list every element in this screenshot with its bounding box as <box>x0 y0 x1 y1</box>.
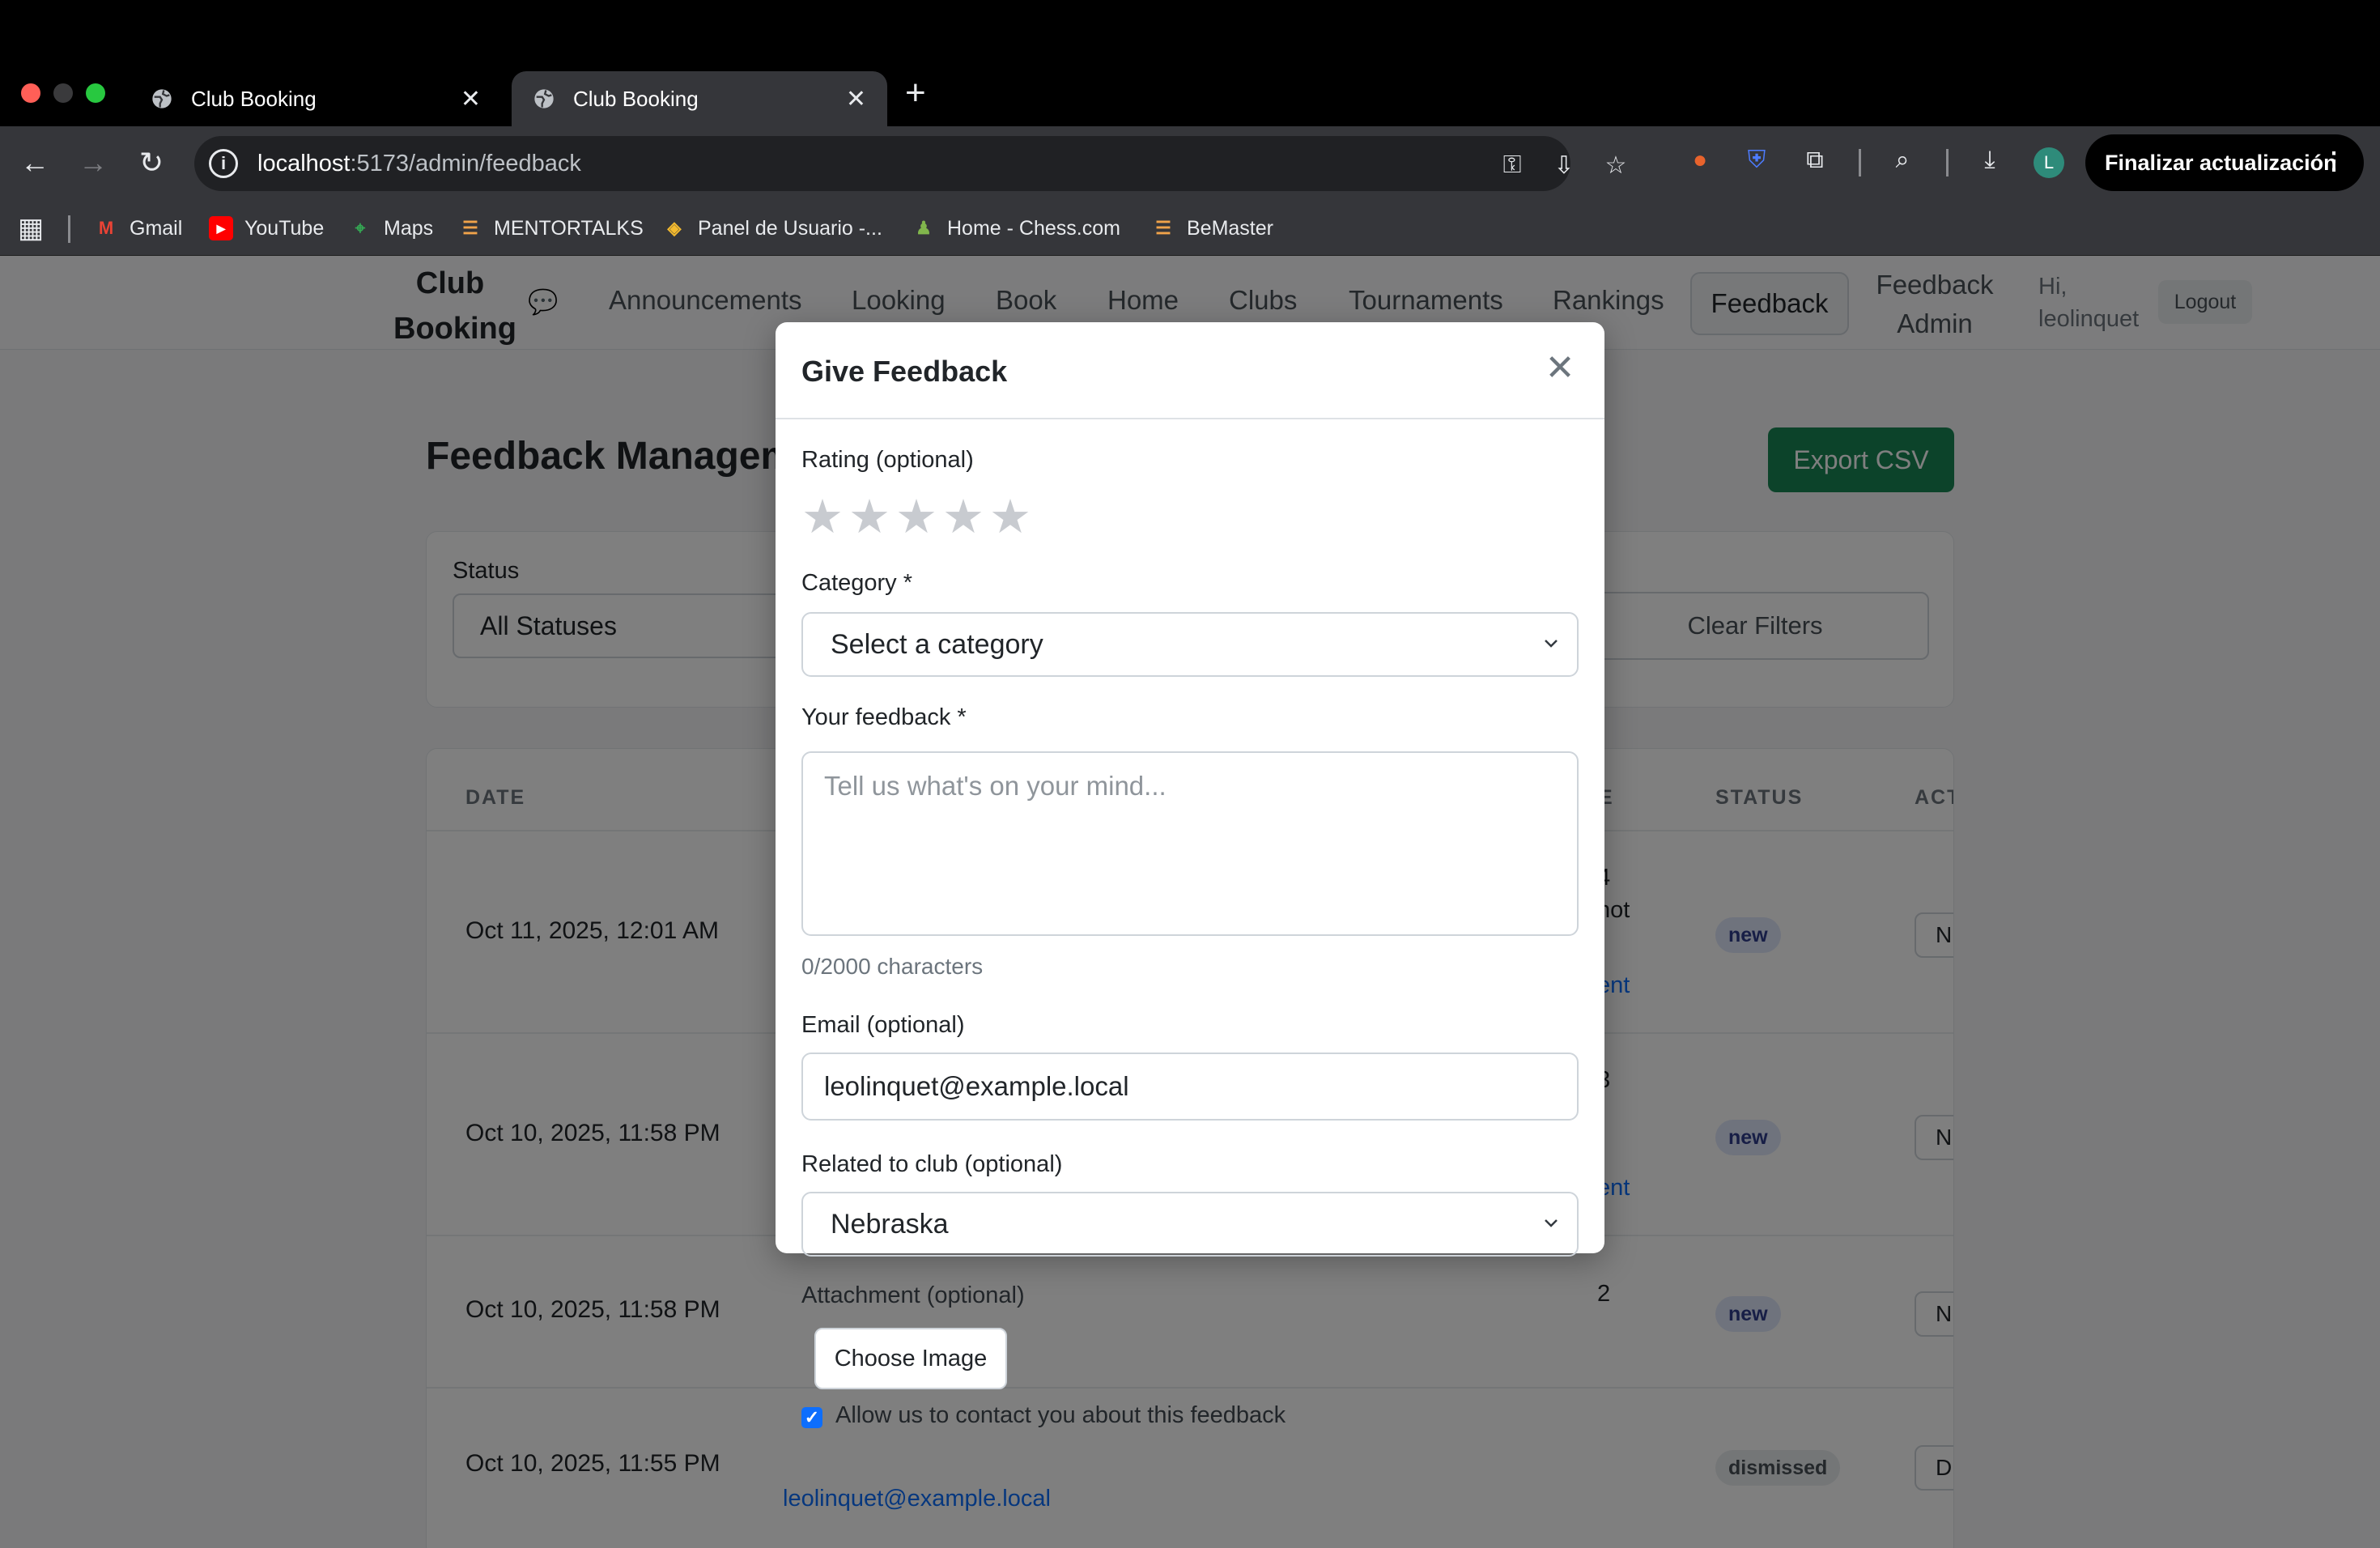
bookmark-youtube[interactable]: ▶ YouTube <box>209 212 324 245</box>
bookmarks-bar: ▦ M Gmail ▶ YouTube ⌖ Maps ☰ MENTORTALKS… <box>0 201 2380 256</box>
email-field[interactable]: leolinquet@example.local <box>801 1053 1579 1121</box>
reload-icon[interactable]: ↻ <box>133 144 170 181</box>
update-button-label: Finalizar actualización <box>2105 150 2337 175</box>
downloads-icon[interactable]: ⤓ <box>1974 144 2006 176</box>
bookmark-label: Gmail <box>130 216 183 240</box>
choose-image-button[interactable]: Choose Image <box>814 1328 1007 1389</box>
globe-icon <box>534 89 554 108</box>
bookmark-maps[interactable]: ⌖ Maps <box>348 212 433 245</box>
rating-stars: ★ ★ ★ ★ ★ <box>801 494 1036 541</box>
bookmark-label: Maps <box>384 216 434 240</box>
close-icon[interactable]: ✕ <box>1541 350 1579 387</box>
bookmark-panel-usuario[interactable]: ◈ Panel de Usuario -... <box>662 212 882 245</box>
apps-grid-icon[interactable]: ▦ <box>18 212 44 245</box>
url-host: localhost <box>257 150 351 176</box>
bookmark-label: YouTube <box>244 216 325 240</box>
club-select-value: Nebraska <box>831 1208 949 1240</box>
more-menu-icon[interactable]: ⋮ <box>2322 147 2346 176</box>
club-label: Related to club (optional) <box>801 1151 1063 1177</box>
tab-close-icon[interactable]: ✕ <box>846 85 866 113</box>
club-select[interactable]: Nebraska <box>801 1192 1579 1257</box>
star-icon[interactable]: ★ <box>942 494 984 541</box>
bookmarks-separator <box>68 215 70 243</box>
bookmark-label: Home - Chess.com <box>947 216 1120 240</box>
character-counter: 0/2000 characters <box>801 954 984 979</box>
minimize-window-button[interactable] <box>53 83 73 103</box>
install-app-icon[interactable]: ⇩ <box>1549 151 1579 180</box>
extension-fox-icon[interactable]: ● <box>1684 144 1716 176</box>
gmail-icon: M <box>98 218 114 238</box>
tab-close-icon[interactable]: ✕ <box>461 85 481 113</box>
extension-shield-icon[interactable]: ⛨ <box>1740 144 1773 176</box>
password-key-icon[interactable]: ⚿ <box>1498 151 1527 180</box>
profile-avatar[interactable]: L <box>2034 147 2064 178</box>
bookmark-label: BeMaster <box>1187 216 1273 240</box>
mentortalks-icon: ☰ <box>462 218 478 238</box>
category-select[interactable]: Select a category <box>801 612 1579 677</box>
modal-header: Give Feedback ✕ <box>776 322 1604 419</box>
bookmark-label: MENTORTALKS <box>494 216 644 240</box>
feedback-label: Your feedback * <box>801 704 967 730</box>
close-window-button[interactable] <box>21 83 40 103</box>
address-bar[interactable]: i localhost:5173/admin/feedback ⚿ ⇩ ☆ <box>194 136 1626 191</box>
bookmark-star-icon[interactable]: ☆ <box>1601 151 1630 180</box>
bemaster-icon: ☰ <box>1155 218 1171 238</box>
tab-search-icon[interactable]: ⌕ <box>1886 144 1919 176</box>
email-label: Email (optional) <box>801 1012 965 1038</box>
feedback-textarea[interactable]: Tell us what's on your mind... <box>801 751 1579 936</box>
star-icon[interactable]: ★ <box>801 494 844 541</box>
attachment-label: Attachment (optional) <box>801 1282 1025 1308</box>
star-icon[interactable]: ★ <box>895 494 937 541</box>
app-page: Club Booking 💬 Announcements Looking Boo… <box>0 256 2380 1548</box>
browser-tab[interactable]: Club Booking ✕ <box>130 71 502 126</box>
chess-icon: ♟ <box>916 218 932 238</box>
category-label: Category * <box>801 570 913 596</box>
chevron-down-icon <box>1545 640 1558 648</box>
contact-checkbox[interactable]: ✓ <box>801 1407 822 1428</box>
youtube-icon: ▶ <box>209 216 233 240</box>
extensions-puzzle-icon[interactable]: ⧉ <box>1799 144 1831 176</box>
binance-icon: ◈ <box>667 218 682 238</box>
star-icon[interactable]: ★ <box>989 494 1031 541</box>
browser-toolbar: ← → ↻ i localhost:5173/admin/feedback ⚿ … <box>0 126 2380 201</box>
category-select-value: Select a category <box>831 628 1043 660</box>
bookmark-bemaster[interactable]: ☰ BeMaster <box>1151 212 1273 245</box>
site-info-icon[interactable]: i <box>209 149 238 178</box>
rating-label: Rating (optional) <box>801 447 974 473</box>
give-feedback-modal: Give Feedback ✕ Rating (optional) ★ ★ ★ … <box>776 322 1604 1428</box>
toolbar-separator <box>1946 149 1949 176</box>
update-browser-button[interactable]: Finalizar actualización ⋮ <box>2085 134 2364 191</box>
zoom-window-button[interactable] <box>86 83 105 103</box>
modal-title: Give Feedback <box>801 355 1008 388</box>
forward-arrow-icon[interactable]: → <box>74 144 112 181</box>
browser-tab-active[interactable]: Club Booking ✕ <box>512 71 887 126</box>
url-path: :5173/admin/feedback <box>350 150 581 176</box>
contact-checkbox-label[interactable]: Allow us to contact you about this feedb… <box>835 1402 1286 1429</box>
maps-icon: ⌖ <box>355 218 366 238</box>
bookmark-label: Panel de Usuario -... <box>698 216 882 240</box>
bookmark-mentortalks[interactable]: ☰ MENTORTALKS <box>458 212 644 245</box>
bookmark-chess[interactable]: ♟ Home - Chess.com <box>912 212 1120 245</box>
bookmark-gmail[interactable]: M Gmail <box>94 212 182 245</box>
chevron-down-icon <box>1545 1219 1558 1227</box>
browser-titlebar: Club Booking ✕ Club Booking ✕ + <box>0 0 2380 126</box>
back-arrow-icon[interactable]: ← <box>16 144 53 181</box>
globe-icon <box>152 89 172 108</box>
tab-title: Club Booking <box>191 86 317 111</box>
tab-title: Club Booking <box>573 86 699 111</box>
new-tab-button[interactable]: + <box>905 73 926 113</box>
toolbar-separator <box>1859 149 1861 176</box>
star-icon[interactable]: ★ <box>848 494 890 541</box>
